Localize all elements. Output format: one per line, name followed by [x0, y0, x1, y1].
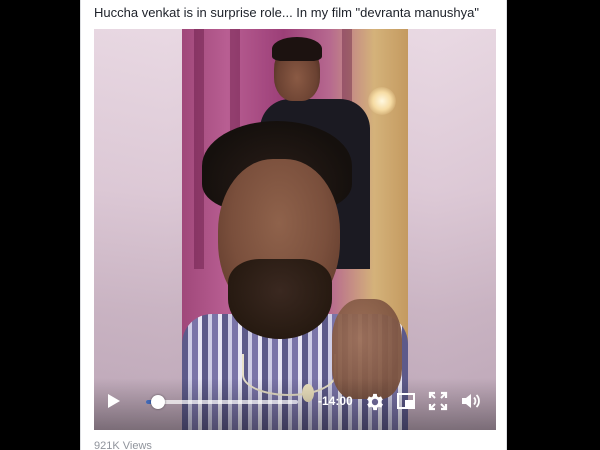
curtain-fold: [194, 29, 204, 269]
post-card: Huccha venkat is in surprise role... In …: [80, 0, 507, 450]
video-blur-right: [408, 29, 496, 430]
fullscreen-icon[interactable]: [428, 391, 448, 411]
progress-scrubber[interactable]: [146, 395, 298, 409]
foreground-person-beard: [228, 259, 332, 339]
background-person-hair: [272, 37, 322, 61]
gear-icon[interactable]: [364, 391, 386, 413]
time-remaining: -14:00: [318, 394, 353, 408]
video-blur-left: [94, 29, 182, 430]
picture-in-picture-icon[interactable]: [396, 391, 416, 411]
post-caption: Huccha venkat is in surprise role... In …: [94, 5, 479, 20]
view-count: 921K Views: [94, 440, 152, 450]
progress-knob[interactable]: [151, 395, 166, 409]
volume-icon[interactable]: [460, 391, 482, 411]
video-controls-bar: -14:00: [94, 378, 496, 430]
video-frame-image: [182, 29, 408, 430]
video-player[interactable]: -14:00: [94, 29, 496, 430]
lamp-light: [368, 87, 396, 115]
play-icon[interactable]: [108, 394, 120, 408]
